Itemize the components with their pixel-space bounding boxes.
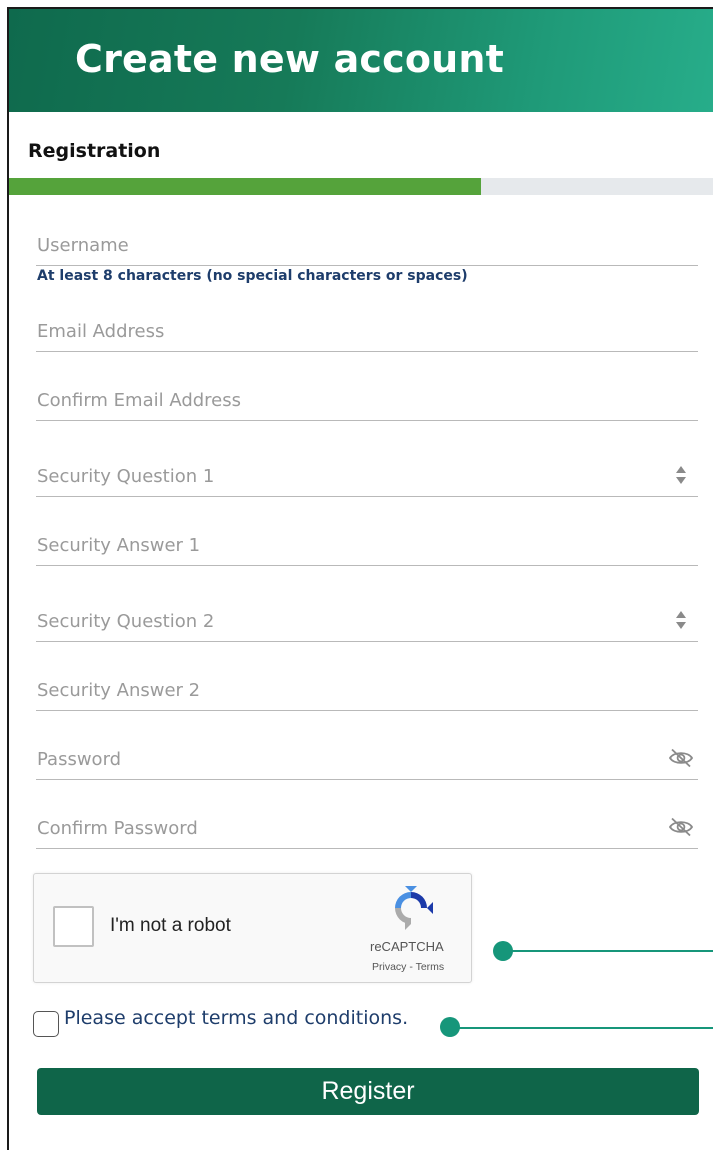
callout-line <box>501 950 713 952</box>
security-answer-1-field[interactable]: Security Answer 1 <box>36 508 698 566</box>
section-title: Registration <box>28 140 161 162</box>
confirm-email-label: Confirm Email Address <box>37 390 242 411</box>
security-question-2-select[interactable]: Security Question 2 <box>36 584 698 642</box>
terms-checkbox[interactable] <box>33 1011 59 1037</box>
security-question-2-label: Security Question 2 <box>37 611 215 632</box>
security-answer-2-field[interactable]: Security Answer 2 <box>36 653 698 711</box>
confirm-password-field[interactable]: Confirm Password <box>36 791 698 849</box>
password-field[interactable]: Password <box>36 722 698 780</box>
callout-dot <box>440 1017 460 1037</box>
select-arrows-icon <box>668 464 694 486</box>
callout-line <box>450 1027 713 1029</box>
email-field[interactable]: Email Address <box>36 294 698 352</box>
username-field[interactable]: Username <box>36 208 698 266</box>
progress-fill <box>9 178 481 195</box>
register-button[interactable]: Register <box>37 1068 699 1115</box>
email-label: Email Address <box>37 321 165 342</box>
page-header: Create new account <box>9 9 713 112</box>
username-label: Username <box>37 235 129 256</box>
eye-slash-icon[interactable] <box>668 816 694 838</box>
password-label: Password <box>37 749 122 770</box>
security-question-1-select[interactable]: Security Question 1 <box>36 439 698 497</box>
security-answer-1-label: Security Answer 1 <box>37 535 201 556</box>
page-title: Create new account <box>75 37 505 81</box>
progress-bar <box>9 178 713 195</box>
security-answer-2-label: Security Answer 2 <box>37 680 201 701</box>
callout-dot <box>493 941 513 961</box>
confirm-password-label: Confirm Password <box>37 818 198 839</box>
security-question-1-label: Security Question 1 <box>37 466 215 487</box>
registration-panel: Create new account Registration Username… <box>7 7 713 1150</box>
recaptcha-widget: I'm not a robot reCAPTCHA Privacy - Term… <box>33 873 472 983</box>
select-arrows-icon <box>668 609 694 631</box>
username-hint: At least 8 characters (no special charac… <box>37 268 468 284</box>
recaptcha-links[interactable]: Privacy - Terms <box>372 961 444 973</box>
recaptcha-checkbox[interactable] <box>53 906 94 947</box>
eye-slash-icon[interactable] <box>668 747 694 769</box>
recaptcha-logo-icon <box>395 886 433 930</box>
recaptcha-label: I'm not a robot <box>110 915 231 936</box>
confirm-email-field[interactable]: Confirm Email Address <box>36 363 698 421</box>
terms-label[interactable]: Please accept terms and conditions. <box>64 1007 408 1029</box>
recaptcha-brand: reCAPTCHA <box>370 939 444 954</box>
